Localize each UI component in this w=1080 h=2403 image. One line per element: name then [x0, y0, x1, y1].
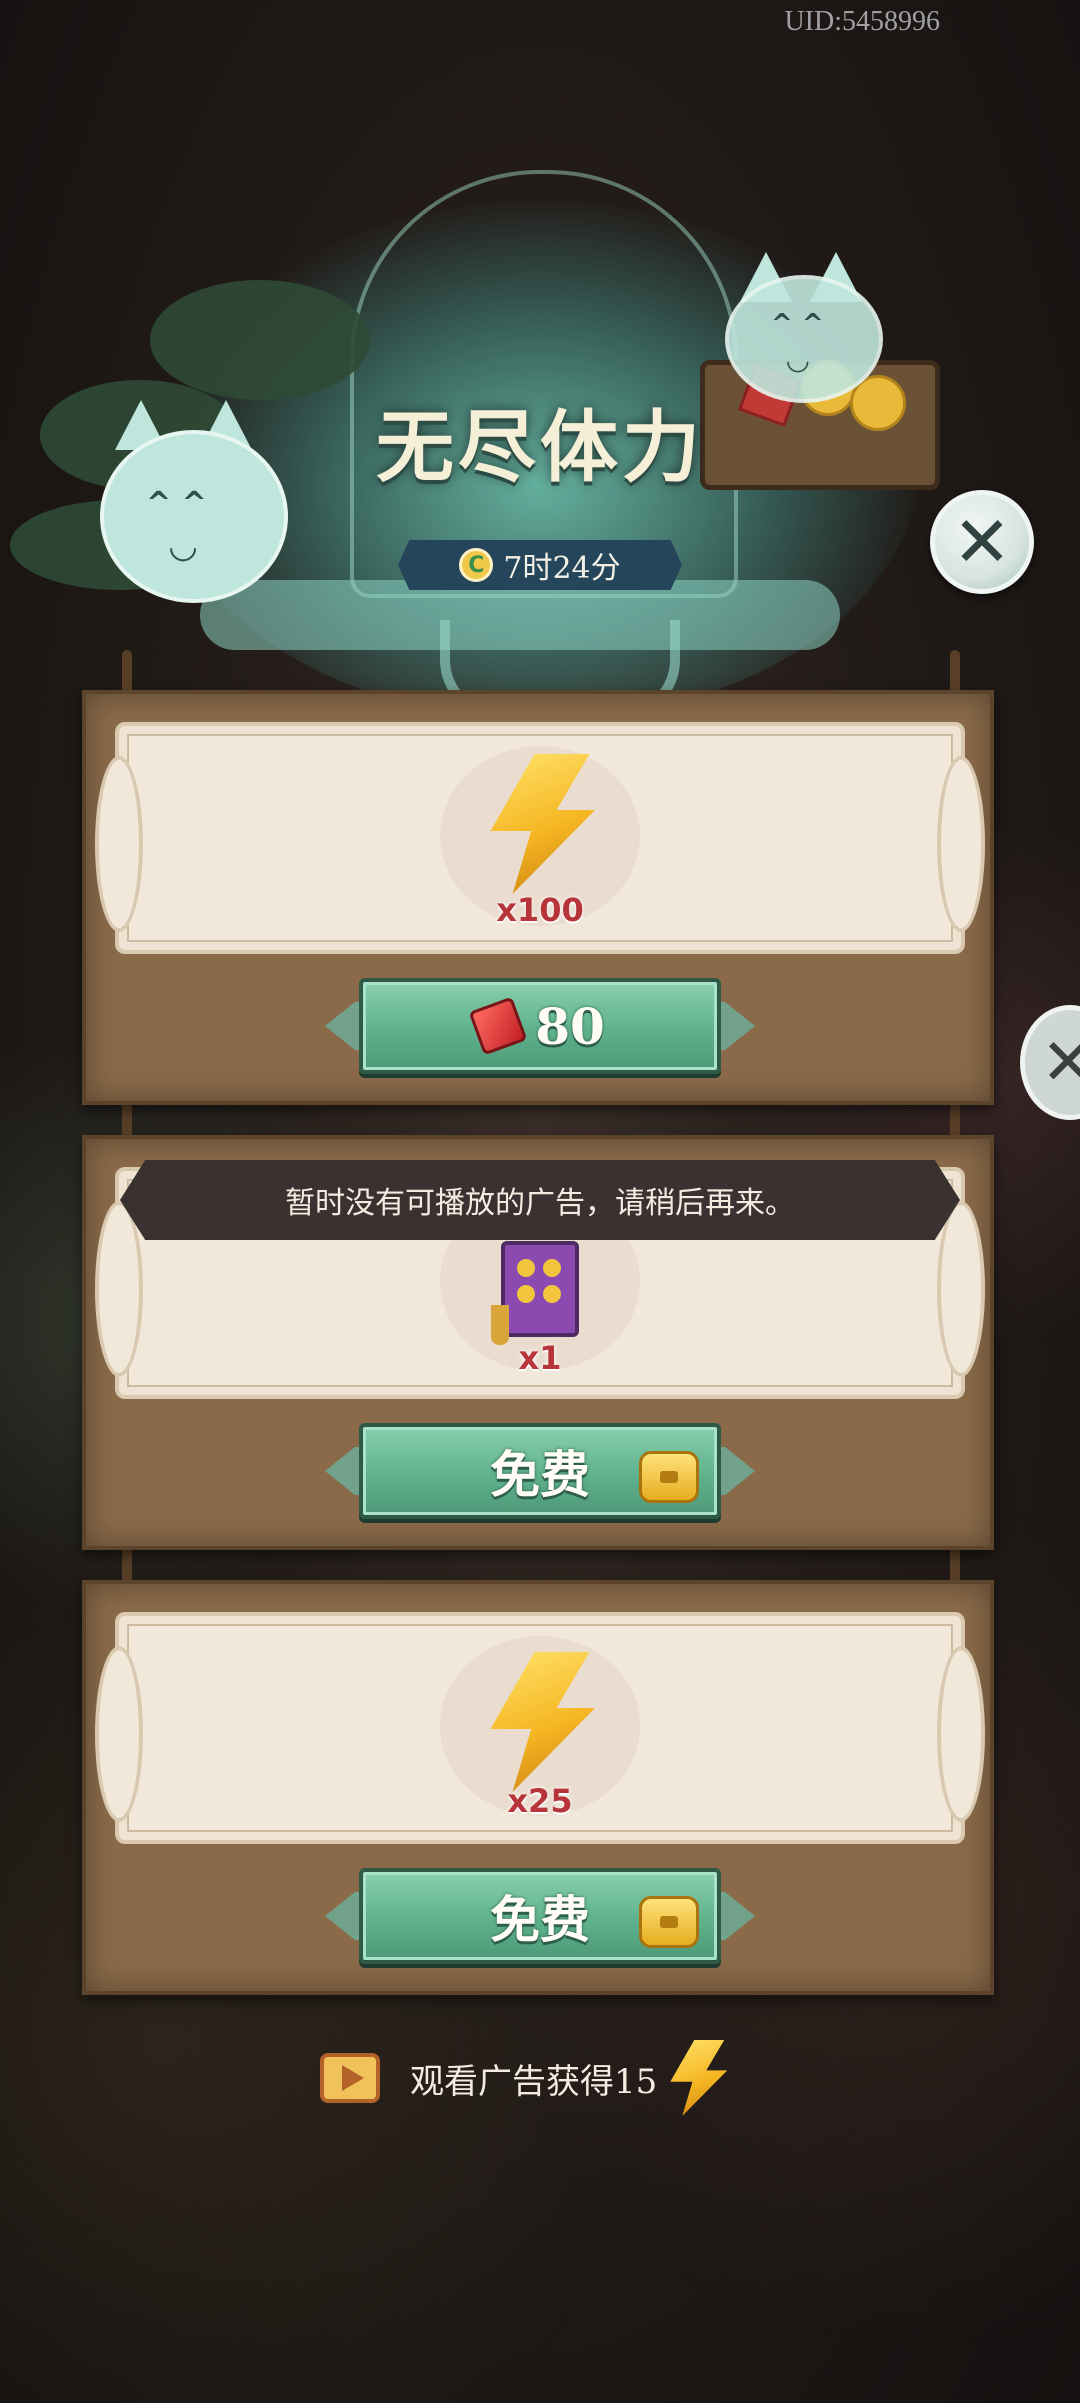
purple-scroll-item-icon [491, 1241, 579, 1345]
timer-text: 7时24分 [503, 551, 621, 586]
clock-icon: C [459, 548, 494, 582]
close-button[interactable]: ✕ [930, 490, 1034, 594]
buy-with-gems-button[interactable]: 80 [359, 978, 721, 1074]
close-icon: ✕ [1041, 1025, 1080, 1100]
button-label: 免费 [490, 1445, 590, 1504]
reward-panel: x100 [95, 722, 985, 954]
stamina-bolt-icon [670, 2040, 728, 2116]
watch-ad-row[interactable]: 观看广告获得15 [320, 2040, 728, 2116]
free-ad-button[interactable]: 免费 [359, 1423, 721, 1519]
free-ad-button[interactable]: 免费 [359, 1868, 721, 1964]
watch-ad-text: 观看广告获得15 [410, 2061, 658, 2102]
ad-ticket-icon [639, 1896, 699, 1948]
button-frame: 免费 [325, 1868, 755, 1964]
button-label: 80 [535, 996, 605, 1056]
pine-foliage [150, 280, 370, 400]
uid-label: UID:5458996 [784, 6, 940, 37]
popup-title: 无尽体力 [375, 402, 704, 493]
gem-icon [468, 996, 528, 1056]
toast-text: 暂时没有可播放的广告，请稍后再来。 [285, 1186, 795, 1221]
toast-message: 暂时没有可播放的广告，请稍后再来。 [120, 1160, 960, 1240]
header-arch [350, 170, 738, 598]
button-frame: 80 [325, 978, 755, 1074]
ad-ticket-icon [639, 1451, 699, 1503]
button-label: 免费 [490, 1890, 590, 1949]
reward-quantity: x100 [496, 891, 584, 929]
reward-quantity: x1 [518, 1339, 562, 1377]
close-icon: ✕ [952, 501, 1012, 583]
play-video-icon[interactable] [320, 2053, 380, 2103]
refresh-timer: C 7时24分 [398, 540, 682, 590]
header-banner: ^ ^ ◡ ^ ^ ◡ 无尽体力 C 7时24分 [0, 160, 1080, 720]
reward-quantity: x25 [507, 1782, 573, 1820]
reward-panel: x25 [95, 1612, 985, 1844]
button-frame: 免费 [325, 1423, 755, 1519]
right-cat-mascot: ^ ^ ◡ [725, 275, 883, 403]
